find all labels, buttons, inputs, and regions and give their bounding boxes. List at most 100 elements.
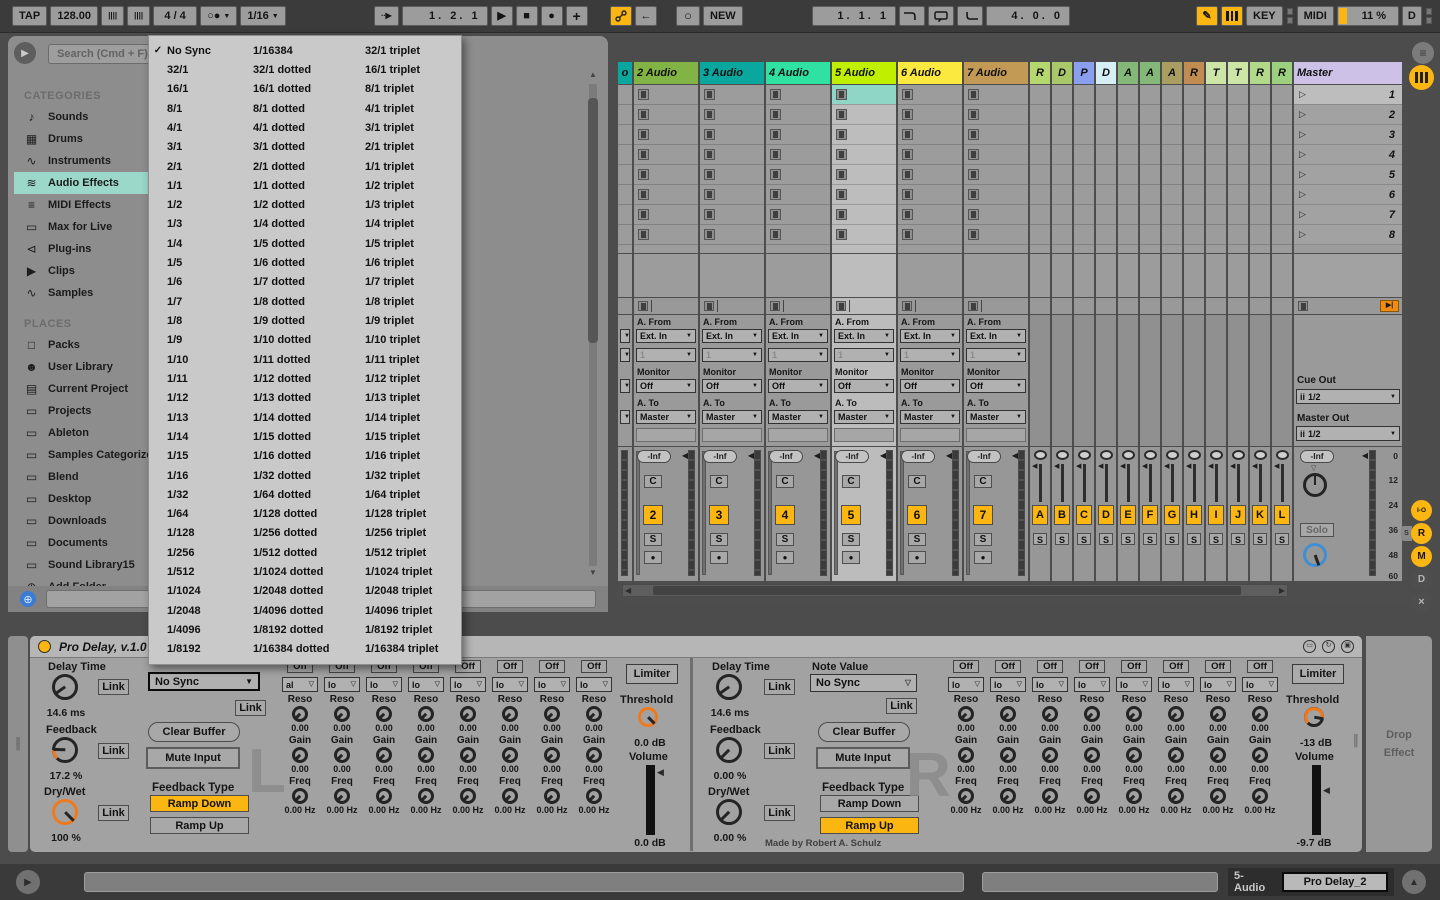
clip-slot[interactable] (700, 85, 764, 105)
input-channel-select[interactable]: 1▼ (636, 348, 696, 362)
device-view-grip[interactable]: ║ (8, 636, 28, 852)
menu-item[interactable]: 1/2 dotted (253, 199, 365, 211)
sidebar-item[interactable]: ▦ Drums (14, 128, 162, 150)
track-activator-button[interactable]: G (1164, 505, 1180, 525)
track-title[interactable]: R (1272, 62, 1292, 84)
filter-type-select[interactable]: lo▽ (324, 677, 360, 692)
play-button[interactable]: ▶ (491, 6, 513, 26)
filter-type-select[interactable]: lo▽ (366, 677, 402, 692)
feedback-knob-left[interactable] (52, 737, 78, 763)
mute-input-button[interactable]: Mute Input (146, 747, 240, 769)
fader-handle-icon[interactable]: ◀ (1362, 451, 1368, 460)
menu-item[interactable]: 1/10 dotted (253, 334, 365, 346)
input-channel-select[interactable]: 1▼ (768, 348, 828, 362)
menu-item[interactable]: 1/8 triplet (365, 296, 461, 308)
mute-input-button[interactable]: Mute Input (816, 747, 910, 769)
scrollbar-thumb[interactable] (588, 98, 598, 343)
clip-stop-icon[interactable] (704, 89, 715, 100)
menu-item[interactable]: 1/13 triplet (365, 392, 461, 404)
filter-off-button[interactable]: Off (1079, 660, 1105, 673)
volume-fader-right[interactable] (1312, 765, 1321, 835)
menu-item[interactable]: 4/1 dotted (253, 122, 365, 134)
scene-play-icon[interactable]: ▷ (1299, 149, 1306, 160)
fader-handle-icon[interactable]: ◀ (1098, 462, 1103, 470)
track-activator-button[interactable]: 6 (907, 505, 927, 525)
link-button[interactable]: Link (764, 679, 795, 695)
solo-button[interactable]: S (1231, 533, 1245, 545)
menu-item[interactable]: 1/14 (167, 431, 253, 443)
input-channel-select[interactable]: 1▼ (966, 348, 1026, 362)
show-crossfader-button[interactable]: × (1411, 591, 1432, 612)
freq-knob[interactable] (376, 788, 392, 804)
track-activator-button[interactable]: 2 (643, 505, 663, 525)
output-select[interactable]: Master▼ (966, 410, 1026, 424)
menu-item[interactable]: 1/6 (167, 276, 253, 288)
clip-slot[interactable] (700, 105, 764, 125)
gain-knob[interactable] (418, 747, 434, 763)
arm-button[interactable]: ● (644, 551, 662, 564)
fader-handle-icon[interactable]: ◀ (1186, 462, 1191, 470)
monitor-select[interactable]: Off▼ (966, 379, 1026, 393)
current-device-button[interactable]: Pro Delay_2 (1282, 872, 1388, 892)
fader-handle-icon[interactable]: ◀ (1252, 462, 1257, 470)
menu-item[interactable]: 1/4096 triplet (365, 605, 461, 617)
reso-knob[interactable] (1000, 706, 1016, 722)
menu-item[interactable]: 1/2 triplet (365, 180, 461, 192)
menu-item[interactable]: 1/9 dotted (253, 315, 365, 327)
menu-item[interactable]: 1/4 triplet (365, 218, 461, 230)
fader-handle-icon[interactable]: ◀ (1120, 462, 1125, 470)
reso-knob[interactable] (334, 706, 350, 722)
freq-knob[interactable] (460, 788, 476, 804)
menu-item-row[interactable]: 1/2048 1/4096 dotted 1/4096 triplet (149, 601, 461, 620)
fader-handle-icon[interactable]: ◀ (1142, 462, 1147, 470)
input-channel-select[interactable]: 1▼ (900, 348, 960, 362)
scroll-right-icon[interactable]: ▶ (1279, 585, 1285, 596)
track-activator-button[interactable]: D (1098, 505, 1114, 525)
menu-item-row[interactable]: 1/10 1/11 dotted 1/11 triplet (149, 350, 461, 369)
clip-slot[interactable] (700, 125, 764, 145)
device-fold-icon[interactable]: ▭ (1303, 640, 1316, 653)
menu-item[interactable]: 1/16384 (253, 45, 365, 57)
track-title[interactable]: 7 Audio (964, 62, 1028, 84)
monitor-select[interactable]: Off▼ (636, 379, 696, 393)
clip-slot[interactable] (766, 85, 830, 105)
sidebar-item[interactable]: ▭ Documents (14, 532, 162, 554)
menu-item[interactable]: 1/12 dotted (253, 373, 365, 385)
sidebar-item[interactable]: ▭ Blend (14, 466, 162, 488)
menu-item[interactable]: 1/12 triplet (365, 373, 461, 385)
scene-play-icon[interactable]: ▷ (1299, 189, 1306, 200)
scroll-up-icon[interactable]: ▲ (586, 70, 600, 82)
menu-item-row[interactable]: 1/64 1/128 dotted 1/128 triplet (149, 505, 461, 524)
gain-knob[interactable] (1042, 747, 1058, 763)
show-info-view-button[interactable]: ▶ (16, 870, 40, 894)
menu-item-row[interactable]: 3/1 3/1 dotted 2/1 triplet (149, 138, 461, 157)
filter-type-select[interactable]: lo▽ (408, 677, 444, 692)
freq-knob[interactable] (418, 788, 434, 804)
clip-slot[interactable] (766, 225, 830, 245)
link-button[interactable]: Link (98, 805, 129, 821)
arm-button[interactable]: ● (842, 551, 860, 564)
menu-item[interactable]: 1/16384 triplet (365, 643, 461, 655)
solo-button[interactable]: S (1165, 533, 1179, 545)
scene-slot[interactable]: ▷ 3 (1294, 125, 1402, 145)
quantization-select[interactable]: 1/16▼ (240, 6, 285, 26)
fader-handle-icon[interactable]: ◀ (657, 767, 664, 778)
menu-item[interactable]: 1/128 dotted (253, 508, 365, 520)
reso-knob[interactable] (1126, 706, 1142, 722)
link-button[interactable]: Link (886, 698, 917, 714)
menu-item[interactable]: 1/3 (167, 218, 253, 230)
menu-item[interactable]: 1/16384 dotted (253, 643, 365, 655)
menu-item[interactable]: 1/7 triplet (365, 276, 461, 288)
output-select[interactable]: Master▼ (900, 410, 960, 424)
menu-item[interactable]: 1/1 dotted (253, 180, 365, 192)
gain-knob[interactable] (334, 747, 350, 763)
menu-item[interactable]: 8/1 (167, 103, 253, 115)
reso-knob[interactable] (1210, 706, 1226, 722)
input-type-select[interactable]: Ext. In▼ (834, 329, 894, 343)
filter-off-button[interactable]: Off (995, 660, 1021, 673)
metronome-button[interactable]: ○●▼ (200, 6, 237, 26)
menu-item-row[interactable]: 1/256 1/512 dotted 1/512 triplet (149, 543, 461, 562)
volume-value[interactable]: -Inf (967, 450, 1001, 463)
mini-fader[interactable] (1105, 464, 1108, 502)
filter-off-button[interactable]: Off (1037, 660, 1063, 673)
